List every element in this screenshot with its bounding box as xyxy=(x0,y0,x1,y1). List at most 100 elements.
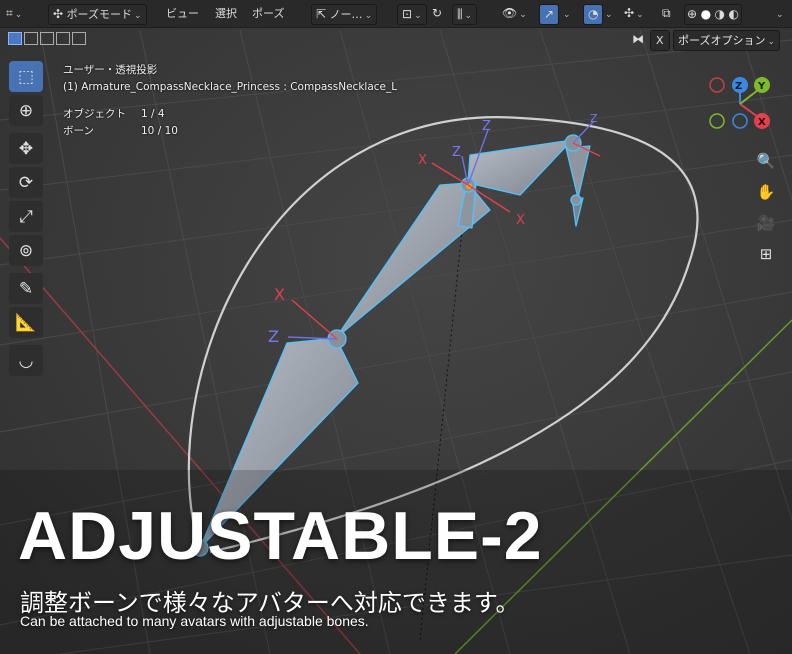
viewport-header: ⌗ ⌄ ✣ ポーズモード ⌄ ビュー 選択 ポーズ ⇱ ノー… ⌄ ⊡ ⌄ ↻ ⫼ ⌄ 👁… xyxy=(0,0,792,28)
menu-view[interactable]: ビュー xyxy=(166,4,199,23)
camera-icon: 🎥 xyxy=(756,214,776,232)
transform-icon: ⊚ xyxy=(18,240,34,261)
bone-z-label-4: Z xyxy=(590,112,598,125)
move-tool[interactable]: ✥ xyxy=(9,133,43,164)
move-icon: ✥ xyxy=(18,138,34,159)
pose-mirror-dropdown[interactable]: ⫼ ⌄ xyxy=(452,4,478,25)
grid-icon: ⊞ xyxy=(759,245,773,263)
mirror-icon: ⫼ xyxy=(457,7,463,21)
wireframe-shading-icon[interactable]: ⊕ xyxy=(687,5,697,24)
rendered-shading-icon[interactable]: ◐ xyxy=(729,5,739,24)
visibility-dropdown[interactable]: 👁 ⌄ xyxy=(502,4,527,23)
pivot-icon: ⊡ xyxy=(402,7,413,21)
mode-label: ポーズモード xyxy=(66,8,133,21)
select-intersect-icon[interactable] xyxy=(72,32,86,45)
gizmo-x-label: X xyxy=(758,117,766,128)
transform-tool[interactable]: ⊚ xyxy=(9,235,43,266)
gizmo-icon: ↗ xyxy=(544,7,555,21)
selection-mode-row xyxy=(8,30,88,50)
gizmo-y-label: Y xyxy=(757,81,766,92)
curve-icon: ◡ xyxy=(18,350,34,371)
viewport-info-overlay: ユーザー・透視投影 (1) Armature_CompassNecklace_P… xyxy=(63,62,397,140)
bone-z-label-2: Z xyxy=(452,145,461,160)
bone-x-label-2: X xyxy=(418,153,427,168)
scale-icon: ⤢ xyxy=(19,206,33,227)
transform-orientation-dropdown[interactable]: ⇱ ノー… ⌄ xyxy=(311,4,378,25)
rotate-tool[interactable]: ⟳ xyxy=(9,167,43,198)
pan-button[interactable]: ✋ xyxy=(752,178,780,206)
bone-x-label-1: X xyxy=(274,285,285,304)
orientation-icon: ⇱ xyxy=(316,7,327,21)
chevron-down-icon: ⌄ xyxy=(636,10,644,20)
zoom-icon: 🔍 xyxy=(756,152,776,170)
bones-stat: ボーン 10 / 10 xyxy=(63,123,397,140)
bone-z-label-1: Z xyxy=(268,327,279,346)
x-mirror-toggle[interactable]: X xyxy=(650,30,670,51)
select-extend-icon[interactable] xyxy=(24,32,38,45)
promo-subtitle-en: Can be attached to many avatars with adj… xyxy=(20,613,369,629)
bone-overlay-dropdown[interactable]: ✣ ⌄ xyxy=(624,4,644,23)
shading-dropdown[interactable]: ⌄ xyxy=(774,4,784,23)
editor-type-button[interactable]: ⌗ ⌄ xyxy=(6,4,22,23)
shading-modes[interactable]: ⊕ ● ◑ ◐ xyxy=(684,4,743,25)
ortho-toggle-button[interactable]: ⊞ xyxy=(752,240,780,268)
mode-dropdown[interactable]: ✣ ポーズモード ⌄ xyxy=(48,4,147,25)
cursor-arrow-icon: ⬚ xyxy=(17,66,35,87)
chevron-down-icon: ⌄ xyxy=(519,10,527,20)
annotate-tool[interactable]: ✎ xyxy=(9,273,43,304)
overlays-dropdown[interactable]: ⌄ xyxy=(603,4,613,23)
chevron-down-icon: ⌄ xyxy=(134,11,142,21)
joint-4[interactable] xyxy=(570,194,582,206)
chevron-down-icon: ⌄ xyxy=(464,11,473,21)
chevron-down-icon: ⌄ xyxy=(14,10,23,20)
chevron-down-icon: ⌄ xyxy=(605,10,613,20)
navigation-tools: 🔍 ✋ 🎥 ⊞ xyxy=(752,147,782,271)
gizmo-toggle[interactable]: ↗ xyxy=(539,4,560,25)
bone-overlay-icon: ✣ xyxy=(624,6,635,20)
select-box-tool[interactable]: ⬚ xyxy=(9,61,43,92)
select-invert-icon[interactable] xyxy=(56,32,70,45)
chevron-down-icon: ⌄ xyxy=(767,37,775,47)
cursor-tool[interactable]: ⊕ xyxy=(9,95,43,126)
bone-envelope-tool[interactable]: ◡ xyxy=(9,345,43,376)
pose-mode-icon: ✣ xyxy=(53,7,64,21)
chevron-down-icon: ⌄ xyxy=(364,11,373,21)
ruler-icon: 📐 xyxy=(15,312,37,333)
eye-icon: 👁 xyxy=(502,6,518,20)
select-subtract-icon[interactable] xyxy=(40,32,54,45)
select-new-icon[interactable] xyxy=(8,32,22,45)
butterfly-icon: ⧓ xyxy=(632,32,644,46)
menu-pose[interactable]: ポーズ xyxy=(252,4,284,23)
view-name: ユーザー・透視投影 xyxy=(63,64,158,76)
material-shading-icon[interactable]: ◑ xyxy=(715,5,725,24)
gizmo-z-label: Z xyxy=(735,81,742,92)
ik-icon: ↻ xyxy=(432,6,443,20)
mirror-options-icon[interactable]: ⧓ xyxy=(632,30,644,49)
bone-x-label-3: X xyxy=(516,213,525,228)
chevron-down-icon: ⌄ xyxy=(776,10,784,20)
menu-select[interactable]: 選択 xyxy=(215,4,237,23)
chevron-down-icon: ⌄ xyxy=(414,11,422,21)
crosshair-cursor-icon: ⊕ xyxy=(18,100,34,121)
objects-stat: オブジェクト 1 / 4 xyxy=(63,106,397,123)
promo-title: ADJUSTABLE-2 xyxy=(18,498,543,574)
measure-tool[interactable]: 📐 xyxy=(9,307,43,338)
editor-type-icon: ⌗ xyxy=(6,6,13,20)
hand-icon: ✋ xyxy=(756,183,776,201)
xray-toggle[interactable]: ⧉ xyxy=(662,4,671,23)
pose-options-dropdown[interactable]: ポーズオプション ⌄ xyxy=(673,30,780,51)
objects-value: 1 / 4 xyxy=(141,108,165,120)
overlays-icon: ◔ xyxy=(588,7,599,21)
zoom-button[interactable]: 🔍 xyxy=(752,147,780,175)
solid-shading-icon[interactable]: ● xyxy=(701,5,711,24)
pivot-point-dropdown[interactable]: ⊡ ⌄ xyxy=(397,4,427,25)
chevron-down-icon: ⌄ xyxy=(563,10,571,20)
auto-ik-button[interactable]: ↻ xyxy=(432,4,442,23)
overlays-toggle[interactable]: ◔ xyxy=(583,4,604,25)
scale-tool[interactable]: ⤢ xyxy=(9,201,43,232)
gizmo-dropdown[interactable]: ⌄ xyxy=(561,4,571,23)
pose-options-label: ポーズオプション xyxy=(678,34,766,47)
bones-label: ボーン xyxy=(63,125,94,137)
camera-view-button[interactable]: 🎥 xyxy=(752,209,780,237)
objects-label: オブジェクト xyxy=(63,108,126,120)
